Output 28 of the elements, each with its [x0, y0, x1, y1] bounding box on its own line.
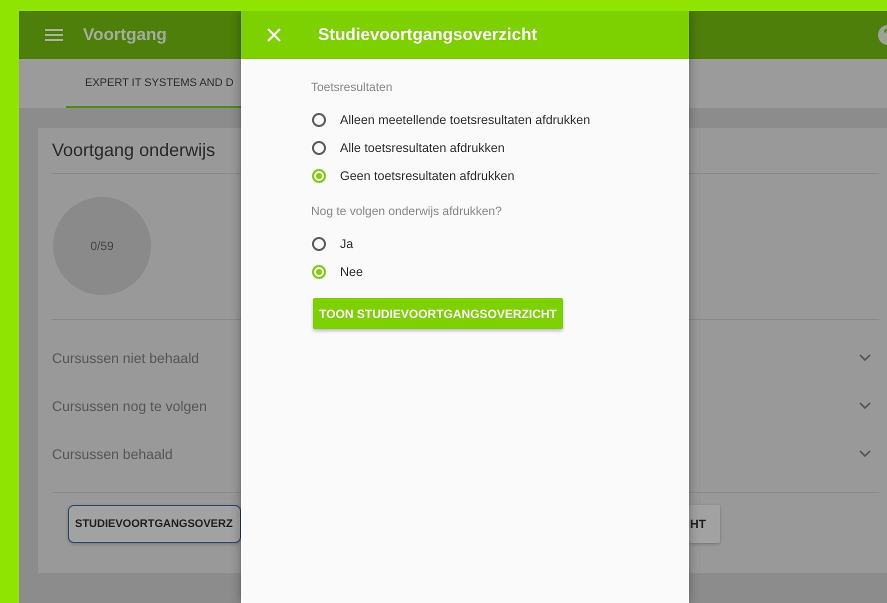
section-label: Cursussen niet behaald — [52, 350, 200, 366]
section-label: Cursussen behaald — [52, 446, 173, 462]
radio-button[interactable] — [312, 265, 326, 279]
radio-button[interactable] — [312, 113, 326, 127]
radio-button[interactable] — [312, 169, 326, 183]
chevron-down-icon[interactable] — [859, 354, 871, 362]
accordion-row[interactable]: Cursussen nog te volgen — [52, 382, 879, 430]
radio-label: Alleen meetellende toetsresultaten afdrukken — [340, 113, 590, 127]
menu-icon[interactable] — [45, 29, 63, 41]
chevron-down-icon[interactable] — [859, 450, 871, 458]
accordion-row[interactable]: Cursussen behaald — [52, 430, 879, 478]
section-label: Cursussen nog te volgen — [52, 398, 207, 414]
card-button[interactable]: STUDIEVOORTGANGSOVERZ — [68, 505, 241, 543]
app-title: Voortgang — [83, 25, 167, 45]
close-icon[interactable] — [267, 28, 281, 42]
radio-label: Ja — [340, 237, 354, 251]
show-overview-button[interactable]: TOON STUDIEVOORTGANGSOVERZICHT — [313, 298, 563, 329]
accordion-row[interactable]: Cursussen niet behaald — [52, 334, 879, 382]
radio-button[interactable] — [312, 237, 326, 251]
chevron-down-icon[interactable] — [859, 402, 871, 410]
group-label: Toetsresultaten — [311, 79, 394, 95]
group-label: Nog te volgen onderwijs afdrukken? — [311, 203, 503, 219]
radio-button[interactable] — [312, 141, 326, 155]
radio-label: Alle toetsresultaten afdrukken — [340, 141, 505, 155]
card-button[interactable]: HT — [689, 505, 720, 543]
radio-label: Nee — [340, 265, 363, 279]
dialog-title: Studievoortgangsoverzicht — [318, 25, 538, 45]
progress-circle: 0/59 — [53, 197, 151, 295]
